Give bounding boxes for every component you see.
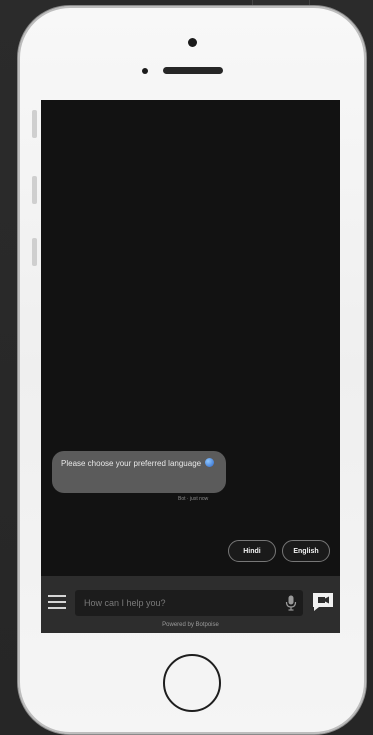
bot-message-text: Please choose your preferred language [61, 459, 202, 468]
quick-reply-hindi[interactable]: Hindi [228, 540, 276, 562]
powered-by-label: Powered by Botpoise [162, 622, 219, 628]
quick-reply-english[interactable]: English [282, 540, 330, 562]
message-input-wrapper [75, 590, 303, 616]
device-stage: Please choose your preferred language Bo… [0, 0, 373, 735]
chat-composer: Powered by Botpoise [41, 576, 340, 633]
bot-message-bubble: Please choose your preferred language [52, 451, 226, 493]
message-input[interactable] [75, 590, 280, 616]
home-button[interactable] [163, 654, 221, 712]
proximity-sensor [142, 68, 148, 74]
volume-down-button [32, 238, 37, 266]
phone-screen: Please choose your preferred language Bo… [41, 100, 340, 633]
hamburger-menu-icon[interactable] [48, 595, 66, 609]
message-meta: Bot · just now [178, 496, 209, 502]
earpiece-speaker [163, 67, 223, 74]
chat-messages-area: Please choose your preferred language Bo… [41, 100, 340, 576]
microphone-icon[interactable] [285, 595, 297, 611]
globe-emoji-icon [205, 458, 215, 467]
quick-replies: Hindi English [228, 540, 330, 562]
chat-send-icon[interactable] [312, 592, 334, 612]
side-switch [32, 110, 37, 138]
volume-up-button [32, 176, 37, 204]
front-camera [188, 38, 197, 47]
